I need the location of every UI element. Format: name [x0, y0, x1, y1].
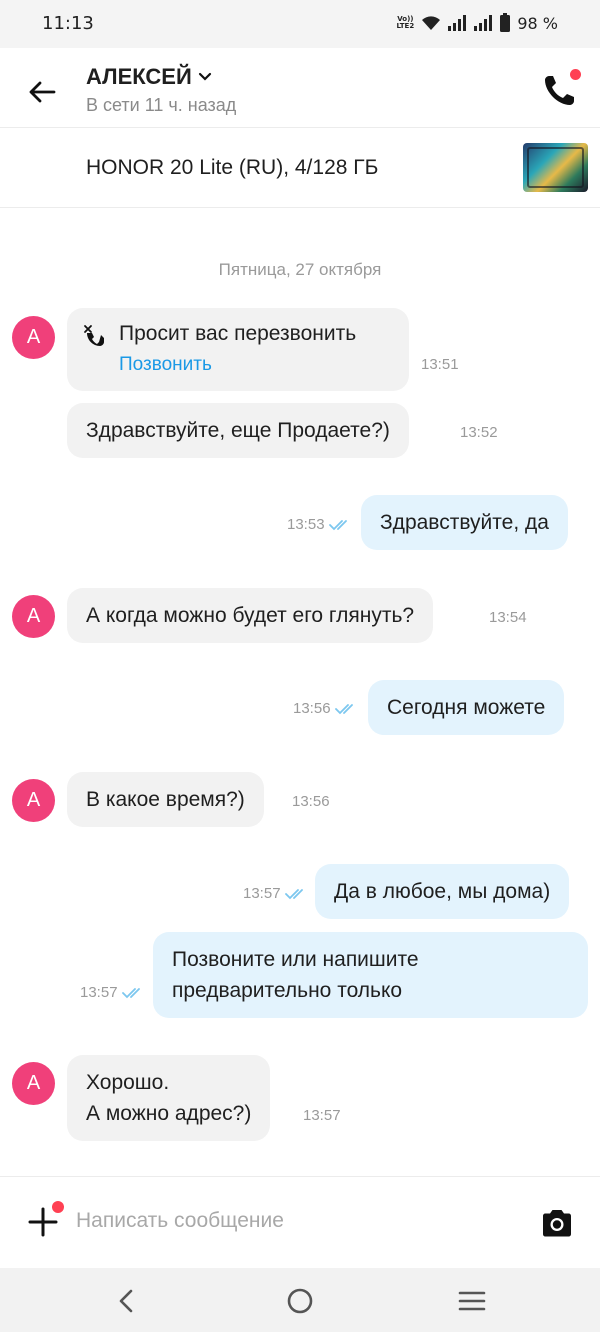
signal-icon-2: [474, 15, 493, 31]
message-time: 13:57: [243, 885, 281, 902]
message-time-row: 13:57: [80, 984, 144, 1001]
battery-icon: [500, 13, 511, 32]
chat-header: АЛЕКСЕЙ В сети 11 ч. назад: [0, 48, 600, 128]
avatar[interactable]: А: [12, 595, 55, 638]
avatar[interactable]: А: [12, 1062, 55, 1105]
volte-label-bottom: LTE2: [396, 22, 415, 30]
message-time: 13:57: [303, 1107, 341, 1124]
message-time: 13:54: [489, 609, 527, 626]
outgoing-message: Позвоните или напишите предварительно то…: [153, 932, 588, 1018]
missed-call-icon: [84, 325, 104, 346]
avatar[interactable]: А: [12, 779, 55, 822]
chevron-down-icon: [198, 72, 211, 81]
outgoing-message: Да в любое, мы дома): [315, 864, 570, 919]
message-time: 13:56: [293, 700, 331, 717]
incoming-message: Здравствуйте, еще Продаете?): [67, 403, 409, 458]
system-navigation-bar: [0, 1268, 600, 1332]
listing-bar[interactable]: HONOR 20 Lite (RU), 4/128 ГБ: [0, 129, 600, 208]
status-icons: Vo)) LTE2 98 %: [395, 13, 558, 33]
call-request-card: Просит вас перезвонить Позвонить: [67, 308, 409, 391]
nav-back-icon[interactable]: [110, 1284, 144, 1318]
message-time: 13:51: [421, 356, 459, 373]
message-time-row: 13:53: [287, 516, 351, 533]
read-ticks-icon: [284, 888, 303, 899]
notification-dot: [570, 69, 581, 80]
contact-name-dropdown[interactable]: АЛЕКСЕЙ: [86, 64, 212, 90]
wifi-icon: [422, 16, 441, 30]
read-ticks-icon: [328, 519, 347, 530]
signal-icon: [448, 15, 467, 31]
phone-image: [527, 147, 584, 188]
date-separator: Пятница, 27 октября: [218, 260, 382, 279]
status-time: 11:13: [42, 13, 94, 34]
avatar[interactable]: А: [12, 316, 55, 359]
message-time: 13:52: [460, 424, 498, 441]
outgoing-message: Здравствуйте, да: [361, 495, 568, 550]
camera-icon[interactable]: [539, 1205, 575, 1241]
contact-online-status: В сети 11 ч. назад: [86, 95, 237, 115]
incoming-message: Хорошо. А можно адрес?): [67, 1055, 271, 1141]
incoming-message: В какое время?): [67, 772, 264, 827]
call-back-link[interactable]: Позвонить: [119, 354, 212, 376]
back-arrow-icon[interactable]: [24, 74, 60, 110]
message-input[interactable]: [76, 1201, 516, 1241]
message-time: 13:56: [292, 793, 330, 810]
message-time: 13:57: [80, 984, 118, 1001]
listing-thumbnail[interactable]: [523, 143, 588, 192]
message-time: 13:53: [287, 516, 325, 533]
nav-home-icon[interactable]: [283, 1284, 317, 1318]
status-bar: 11:13 Vo)) LTE2 98 %: [0, 0, 600, 48]
message-time-row: 13:57: [243, 885, 307, 902]
read-ticks-icon: [121, 987, 140, 998]
message-composer: [0, 1176, 600, 1268]
notification-dot: [52, 1201, 64, 1213]
incoming-message: А когда можно будет его глянуть?: [67, 588, 434, 643]
nav-menu-icon[interactable]: [455, 1284, 489, 1318]
contact-name: АЛЕКСЕЙ: [86, 64, 192, 89]
battery-level: 98 %: [517, 13, 558, 33]
message-time-row: 13:56: [293, 700, 357, 717]
listing-title: HONOR 20 Lite (RU), 4/128 ГБ: [86, 156, 379, 179]
outgoing-message: Сегодня можете: [368, 680, 565, 735]
volte-icon: Vo)) LTE2: [395, 16, 415, 30]
call-request-text: Просит вас перезвонить: [119, 322, 357, 345]
read-ticks-icon: [334, 703, 353, 714]
